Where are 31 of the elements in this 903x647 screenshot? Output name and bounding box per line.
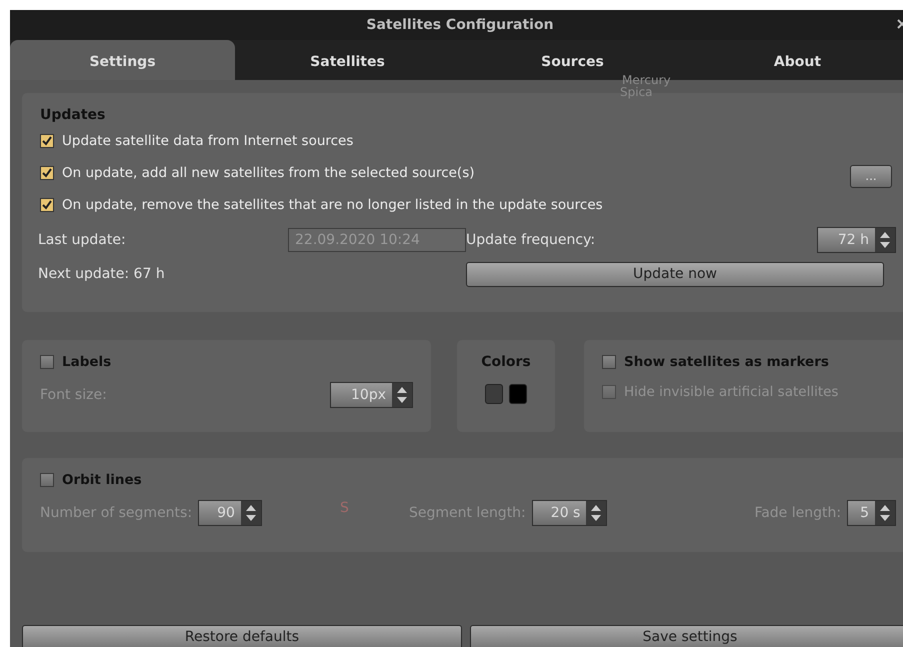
group-title: Updates	[40, 107, 106, 123]
sky-label: Mercury	[622, 74, 671, 86]
check-icon	[41, 199, 53, 211]
spin-box[interactable]: 90	[198, 500, 262, 526]
group-title: Colors	[481, 354, 531, 370]
spin-box[interactable]: 5	[847, 500, 896, 526]
sources-button[interactable]: ...	[850, 164, 892, 188]
dialog-button[interactable]: Restore defaults	[22, 625, 462, 647]
color-swatch[interactable]	[485, 384, 503, 404]
check-icon	[41, 167, 53, 179]
spin-box[interactable]: 72 h	[816, 227, 896, 253]
tab[interactable]: Settings	[10, 40, 235, 80]
sky-label: S	[340, 500, 349, 516]
label: Update frequency:	[466, 232, 596, 248]
checkbox[interactable]: On update, remove the satellites that are no longer listed in the update sources	[40, 197, 603, 213]
tab[interactable]: Satellites	[235, 40, 460, 80]
update-now-button[interactable]: Update now	[466, 262, 884, 286]
window-title: Satellites Configuration	[366, 17, 554, 33]
label: Last update:	[38, 232, 126, 248]
checkbox[interactable]: Show satellites as markers	[602, 354, 829, 370]
check-icon	[41, 135, 53, 147]
tab[interactable]: About	[685, 40, 903, 80]
checkbox[interactable]: Orbit lines	[40, 472, 142, 488]
next-update-text: Next update: 67 h	[38, 266, 165, 282]
checkbox[interactable]: Update satellite data from Internet sources	[40, 133, 354, 149]
spin-box[interactable]: 10px	[330, 382, 413, 408]
spin-box[interactable]: 20 s	[532, 500, 608, 526]
color-swatch[interactable]	[509, 384, 527, 404]
checkbox[interactable]: On update, add all new satellites from the selected source(s)	[40, 165, 474, 181]
dialog-button[interactable]: Save settings	[470, 625, 903, 647]
checkbox[interactable]: Labels	[40, 354, 112, 370]
